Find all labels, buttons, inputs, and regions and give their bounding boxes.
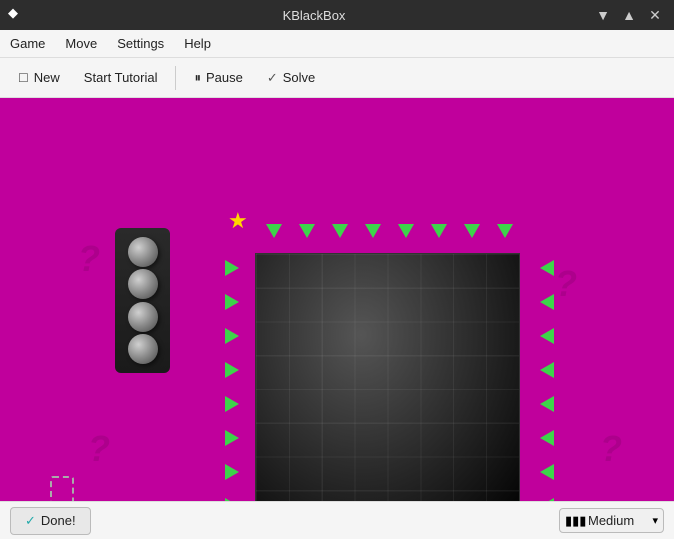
menu-settings[interactable]: Settings (107, 32, 174, 55)
close-button[interactable]: ✕ (644, 4, 666, 26)
arrow-left-5[interactable] (225, 396, 239, 412)
solve-label: Solve (283, 70, 316, 85)
menu-help[interactable]: Help (174, 32, 221, 55)
minimize-button[interactable]: ▼ (592, 4, 614, 26)
ball-tray (115, 228, 170, 373)
tutorial-button[interactable]: Start Tutorial (74, 66, 168, 89)
menu-game[interactable]: Game (0, 32, 55, 55)
difficulty-select[interactable]: Easy Medium Hard Expert (559, 508, 664, 533)
separator (175, 66, 176, 90)
new-label: New (34, 70, 60, 85)
solve-button[interactable]: ✓ Solve (257, 66, 325, 90)
ball-slot[interactable] (50, 476, 74, 501)
arrow-left-3[interactable] (225, 328, 239, 344)
arrow-left-8[interactable] (225, 498, 239, 501)
maximize-button[interactable]: ▲ (618, 4, 640, 26)
arrow-top-1[interactable] (266, 224, 282, 238)
ball-1[interactable] (128, 237, 158, 267)
arrow-right-4[interactable] (540, 362, 554, 378)
ball-4[interactable] (128, 334, 158, 364)
window-title: KBlackBox (36, 8, 592, 23)
arrow-right-8[interactable] (540, 498, 554, 501)
arrow-right-3[interactable] (540, 328, 554, 344)
qmark-decoration: ? (88, 428, 110, 470)
arrow-left-1[interactable] (225, 260, 239, 276)
window: ◆ KBlackBox ▼ ▲ ✕ Game Move Settings Hel… (0, 0, 674, 539)
arrow-top-6[interactable] (431, 224, 447, 238)
pause-label: Pause (206, 70, 243, 85)
game-area[interactable]: ? ? ? ? ? ★ (0, 98, 674, 501)
check-icon: ✓ (25, 513, 36, 529)
pause-button[interactable]: ⏸ Pause (184, 66, 252, 90)
qmark-decoration: ? (555, 263, 577, 305)
app-icon: ◆ (8, 5, 28, 25)
difficulty-wrapper[interactable]: ▮▮▮ Easy Medium Hard Expert ▾ (559, 508, 664, 533)
arrow-top-8[interactable] (497, 224, 513, 238)
arrow-left-6[interactable] (225, 430, 239, 446)
new-button[interactable]: ☐ New (8, 66, 70, 89)
arrow-top-5[interactable] (398, 224, 414, 238)
ball-3[interactable] (128, 302, 158, 332)
arrow-top-3[interactable] (332, 224, 348, 238)
tutorial-label: Start Tutorial (84, 70, 158, 85)
solve-icon: ✓ (267, 70, 278, 86)
statusbar: ✓ Done! ▮▮▮ Easy Medium Hard Expert ▾ (0, 501, 674, 539)
arrow-right-5[interactable] (540, 396, 554, 412)
arrow-top-7[interactable] (464, 224, 480, 238)
black-box[interactable] (255, 253, 520, 501)
pause-icon: ⏸ (194, 70, 201, 86)
qmark-decoration: ? (78, 238, 100, 280)
toolbar: ☐ New Start Tutorial ⏸ Pause ✓ Solve (0, 58, 674, 98)
menubar: Game Move Settings Help (0, 30, 674, 58)
qmark-decoration: ? (600, 428, 622, 470)
menu-move[interactable]: Move (55, 32, 107, 55)
arrow-left-2[interactable] (225, 294, 239, 310)
titlebar-controls: ▼ ▲ ✕ (592, 4, 666, 26)
arrow-top-2[interactable] (299, 224, 315, 238)
star-icon: ★ (228, 208, 248, 234)
arrow-left-7[interactable] (225, 464, 239, 480)
arrow-right-2[interactable] (540, 294, 554, 310)
done-button[interactable]: ✓ Done! (10, 507, 91, 535)
done-label: Done! (41, 513, 76, 528)
arrow-right-1[interactable] (540, 260, 554, 276)
arrow-top-4[interactable] (365, 224, 381, 238)
arrow-right-7[interactable] (540, 464, 554, 480)
titlebar: ◆ KBlackBox ▼ ▲ ✕ (0, 0, 674, 30)
arrow-right-6[interactable] (540, 430, 554, 446)
arrow-left-4[interactable] (225, 362, 239, 378)
ball-2[interactable] (128, 269, 158, 299)
new-icon: ☐ (18, 71, 29, 85)
